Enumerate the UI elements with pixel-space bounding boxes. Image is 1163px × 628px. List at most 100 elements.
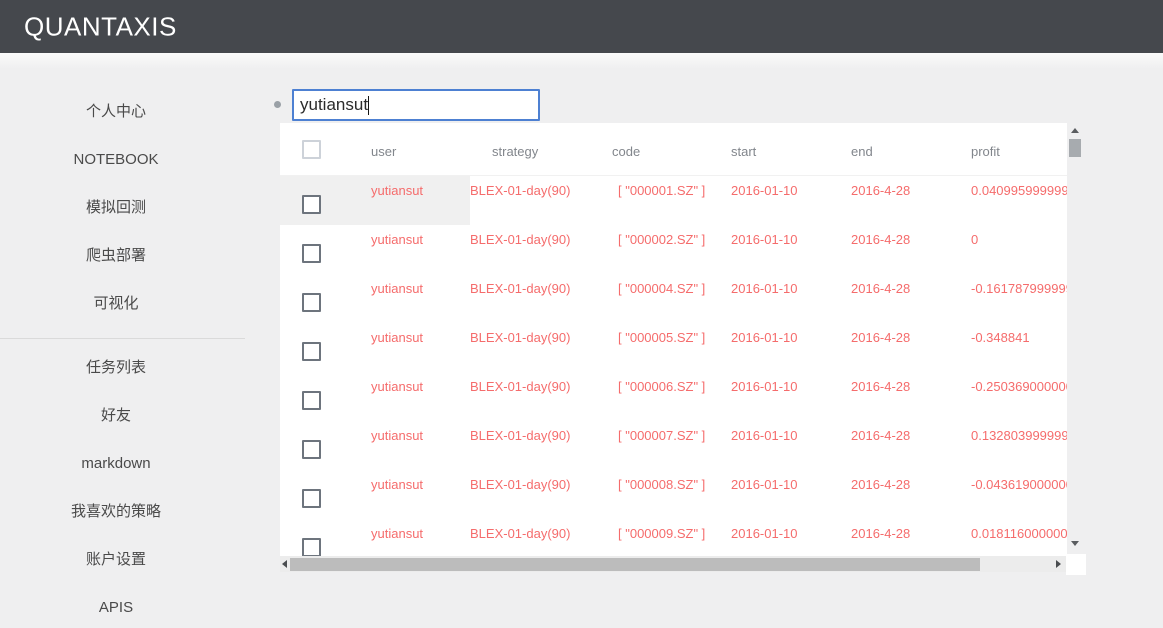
- cell-start: 2016-01-10: [731, 281, 798, 296]
- header-checkbox-cell: [280, 123, 350, 175]
- checkbox-cell: [280, 323, 350, 372]
- app-header: QUANTAXIS: [0, 0, 1163, 53]
- checkbox-cell: [280, 372, 350, 421]
- sidebar-item-apis[interactable]: APIS: [0, 584, 232, 628]
- cell-user: yutiansut: [371, 379, 424, 394]
- cell-strategy: BLEX-01-day(90): [470, 183, 571, 198]
- table-row: yutiansut BLEX-01-day(90) [ "000001.SZ" …: [280, 176, 1067, 225]
- cell-end: 2016-4-28: [851, 183, 911, 198]
- sidebar-item-notebook[interactable]: NOTEBOOK: [0, 136, 232, 184]
- cell-start: 2016-01-10: [731, 526, 798, 541]
- cell-code: [ "000002.SZ" ]: [618, 232, 706, 247]
- cell-end: 2016-4-28: [851, 330, 911, 345]
- sidebar-item-crawler-deploy[interactable]: 爬虫部署: [0, 232, 232, 280]
- cell-strategy: BLEX-01-day(90): [470, 281, 571, 296]
- sidebar-divider: [0, 338, 245, 339]
- row-checkbox[interactable]: [302, 244, 321, 263]
- cell-end: 2016-4-28: [851, 428, 911, 443]
- column-header-strategy: strategy: [492, 144, 539, 159]
- cell-code: [ "000005.SZ" ]: [618, 330, 706, 345]
- sidebar-item-personal-center[interactable]: 个人中心: [0, 88, 232, 136]
- cell-code: [ "000008.SZ" ]: [618, 477, 706, 492]
- cell-end: 2016-4-28: [851, 526, 911, 541]
- horizontal-scrollbar-thumb[interactable]: [290, 558, 980, 571]
- sidebar-item-markdown[interactable]: markdown: [0, 440, 232, 488]
- user-search-input[interactable]: [292, 89, 540, 121]
- row-checkbox[interactable]: [302, 293, 321, 312]
- checkbox-cell: [280, 470, 350, 519]
- checkbox-cell: [280, 176, 350, 225]
- cell-start: 2016-01-10: [731, 428, 798, 443]
- checkbox-cell: [280, 274, 350, 323]
- row-checkbox[interactable]: [302, 195, 321, 214]
- cell-start: 2016-01-10: [731, 232, 798, 247]
- sidebar-group-main: 个人中心 NOTEBOOK 模拟回测 爬虫部署 可视化: [0, 88, 232, 328]
- cell-code: [ "000004.SZ" ]: [618, 281, 706, 296]
- scroll-down-icon[interactable]: [1071, 541, 1079, 546]
- cell-strategy: BLEX-01-day(90): [470, 526, 571, 541]
- row-checkbox[interactable]: [302, 391, 321, 410]
- sidebar-item-task-list[interactable]: 任务列表: [0, 344, 232, 392]
- horizontal-scrollbar[interactable]: [280, 556, 1066, 572]
- checkbox-cell: [280, 421, 350, 470]
- row-checkbox[interactable]: [302, 538, 321, 556]
- text-cursor: [368, 96, 369, 115]
- cell-profit: 0.0181160000000: [971, 526, 1067, 541]
- table-row: yutiansut BLEX-01-day(90) [ "000002.SZ" …: [280, 225, 1067, 274]
- scroll-left-icon[interactable]: [282, 560, 287, 568]
- cell-start: 2016-01-10: [731, 183, 798, 198]
- sidebar-item-friends[interactable]: 好友: [0, 392, 232, 440]
- sidebar-item-account-settings[interactable]: 账户设置: [0, 536, 232, 584]
- cell-start: 2016-01-10: [731, 379, 798, 394]
- select-all-checkbox[interactable]: [302, 140, 321, 159]
- results-table: user strategy code start end profit yuti…: [280, 123, 1067, 556]
- vertical-scrollbar-thumb[interactable]: [1069, 139, 1081, 157]
- table-header-row: user strategy code start end profit: [280, 123, 1067, 176]
- scroll-right-icon[interactable]: [1056, 560, 1061, 568]
- row-checkbox[interactable]: [302, 489, 321, 508]
- cell-strategy: BLEX-01-day(90): [470, 428, 571, 443]
- sidebar-item-visualization[interactable]: 可视化: [0, 280, 232, 328]
- list-bullet-icon: [274, 101, 281, 108]
- cell-profit: 0.1328039999999: [971, 428, 1067, 443]
- cell-user: yutiansut: [371, 281, 424, 296]
- cell-profit: 0.0409959999999: [971, 183, 1067, 198]
- column-header-start: start: [731, 144, 757, 159]
- sidebar-item-backtest[interactable]: 模拟回测: [0, 184, 232, 232]
- cell-user: yutiansut: [350, 176, 470, 225]
- table-row: yutiansut BLEX-01-day(90) [ "000009.SZ" …: [280, 519, 1067, 556]
- cell-user: yutiansut: [371, 477, 424, 492]
- column-header-user: user: [371, 144, 397, 159]
- cell-code: [ "000009.SZ" ]: [618, 526, 706, 541]
- cell-strategy: BLEX-01-day(90): [470, 477, 571, 492]
- sidebar: 个人中心 NOTEBOOK 模拟回测 爬虫部署 可视化 任务列表 好友 mark…: [0, 53, 245, 628]
- quantaxis-app: QUANTAXIS 个人中心 NOTEBOOK 模拟回测 爬虫部署 可视化 任务…: [0, 0, 1163, 628]
- table-row: yutiansut BLEX-01-day(90) [ "000006.SZ" …: [280, 372, 1067, 421]
- scrollbar-corner: [1066, 554, 1086, 575]
- vertical-scrollbar[interactable]: [1069, 125, 1081, 555]
- cell-strategy: BLEX-01-day(90): [470, 379, 571, 394]
- row-checkbox[interactable]: [302, 342, 321, 361]
- cell-start: 2016-01-10: [731, 477, 798, 492]
- cell-strategy: BLEX-01-day(90): [470, 330, 571, 345]
- cell-user: yutiansut: [371, 526, 424, 541]
- scroll-up-icon[interactable]: [1071, 128, 1079, 133]
- row-checkbox[interactable]: [302, 440, 321, 459]
- table-row: yutiansut BLEX-01-day(90) [ "000007.SZ" …: [280, 421, 1067, 470]
- column-header-end: end: [851, 144, 873, 159]
- cell-profit: 0: [971, 232, 979, 247]
- cell-end: 2016-4-28: [851, 281, 911, 296]
- cell-user: yutiansut: [371, 330, 424, 345]
- cell-profit: -0.0436190000000: [971, 477, 1067, 492]
- table-row: yutiansut BLEX-01-day(90) [ "000004.SZ" …: [280, 274, 1067, 323]
- cell-code: [ "000001.SZ" ]: [618, 183, 706, 198]
- sidebar-item-favorite-strategies[interactable]: 我喜欢的策略: [0, 488, 232, 536]
- cell-end: 2016-4-28: [851, 232, 911, 247]
- cell-code: [ "000006.SZ" ]: [618, 379, 706, 394]
- column-header-code: code: [612, 144, 641, 159]
- cell-end: 2016-4-28: [851, 477, 911, 492]
- cell-start: 2016-01-10: [731, 330, 798, 345]
- cell-user: yutiansut: [371, 232, 424, 247]
- cell-profit: -0.348841: [971, 330, 1030, 345]
- table-row: yutiansut BLEX-01-day(90) [ "000008.SZ" …: [280, 470, 1067, 519]
